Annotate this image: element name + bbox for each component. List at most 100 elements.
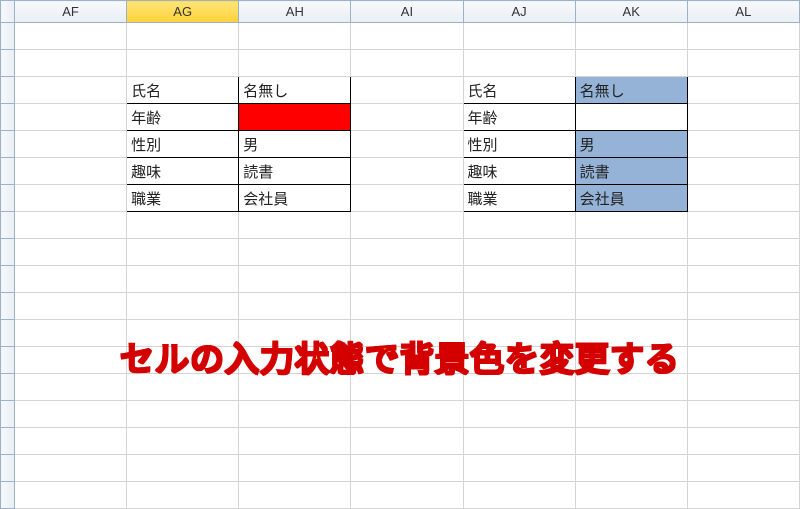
cell[interactable] [15, 158, 127, 185]
left-label-cell[interactable]: 年齢 [127, 104, 239, 131]
cell[interactable] [127, 293, 239, 320]
cell[interactable] [239, 23, 351, 50]
cell[interactable] [687, 158, 799, 185]
left-label-cell[interactable]: 趣味 [127, 158, 239, 185]
col-header-selected[interactable]: AG [127, 1, 239, 23]
left-label-cell[interactable]: 性別 [127, 131, 239, 158]
right-value-cell[interactable] [575, 104, 687, 131]
row-header[interactable] [1, 482, 15, 509]
cell[interactable] [351, 401, 463, 428]
cell[interactable] [575, 266, 687, 293]
cell[interactable] [575, 23, 687, 50]
left-value-cell[interactable]: 会社員 [239, 185, 351, 212]
row-header[interactable] [1, 50, 15, 77]
right-value-cell[interactable]: 名無し [575, 77, 687, 104]
cell[interactable] [15, 50, 127, 77]
cell[interactable] [463, 428, 575, 455]
cell[interactable] [463, 455, 575, 482]
row-header[interactable] [1, 428, 15, 455]
cell[interactable] [687, 185, 799, 212]
cell[interactable] [687, 212, 799, 239]
cell[interactable] [15, 239, 127, 266]
cell[interactable] [687, 266, 799, 293]
cell[interactable] [15, 185, 127, 212]
right-label-cell[interactable]: 氏名 [463, 77, 575, 104]
cell[interactable] [351, 50, 463, 77]
cell[interactable] [127, 50, 239, 77]
row-header[interactable] [1, 104, 15, 131]
cell[interactable] [575, 293, 687, 320]
cell[interactable] [687, 50, 799, 77]
row-header[interactable] [1, 266, 15, 293]
cell[interactable] [351, 158, 463, 185]
cell[interactable] [127, 455, 239, 482]
cell[interactable] [575, 401, 687, 428]
cell[interactable] [127, 23, 239, 50]
cell[interactable] [15, 77, 127, 104]
row-header[interactable] [1, 239, 15, 266]
cell[interactable] [687, 23, 799, 50]
cell[interactable] [239, 239, 351, 266]
cell[interactable] [351, 104, 463, 131]
cell[interactable] [351, 266, 463, 293]
cell[interactable] [351, 293, 463, 320]
row-header[interactable] [1, 77, 15, 104]
col-header[interactable]: AL [687, 1, 799, 23]
left-value-cell-empty-highlight[interactable] [239, 104, 351, 131]
cell[interactable] [127, 212, 239, 239]
col-header[interactable]: AF [15, 1, 127, 23]
right-value-cell[interactable]: 男 [575, 131, 687, 158]
cell[interactable] [687, 455, 799, 482]
right-label-cell[interactable]: 職業 [463, 185, 575, 212]
cell[interactable] [15, 23, 127, 50]
left-label-cell[interactable]: 職業 [127, 185, 239, 212]
cell[interactable] [575, 239, 687, 266]
cell[interactable] [575, 455, 687, 482]
row-header[interactable] [1, 401, 15, 428]
cell[interactable] [15, 428, 127, 455]
cell[interactable] [687, 428, 799, 455]
cell[interactable] [575, 212, 687, 239]
left-value-cell[interactable]: 名無し [239, 77, 351, 104]
cell[interactable] [351, 428, 463, 455]
col-header[interactable]: AI [351, 1, 463, 23]
cell[interactable] [15, 131, 127, 158]
left-value-cell[interactable]: 男 [239, 131, 351, 158]
cell[interactable] [575, 428, 687, 455]
cell[interactable] [687, 77, 799, 104]
cell[interactable] [239, 455, 351, 482]
cell[interactable] [463, 266, 575, 293]
cell[interactable] [687, 239, 799, 266]
right-value-cell[interactable]: 会社員 [575, 185, 687, 212]
cell[interactable] [15, 266, 127, 293]
col-header[interactable]: AJ [463, 1, 575, 23]
select-all-corner[interactable] [1, 1, 15, 23]
cell[interactable] [15, 401, 127, 428]
cell[interactable] [463, 50, 575, 77]
row-header[interactable] [1, 293, 15, 320]
cell[interactable] [351, 185, 463, 212]
cell[interactable] [687, 131, 799, 158]
cell[interactable] [127, 266, 239, 293]
cell[interactable] [239, 482, 351, 509]
cell[interactable] [239, 428, 351, 455]
row-header[interactable] [1, 158, 15, 185]
right-value-cell[interactable]: 読書 [575, 158, 687, 185]
cell[interactable] [15, 104, 127, 131]
right-label-cell[interactable]: 性別 [463, 131, 575, 158]
left-label-cell[interactable]: 氏名 [127, 77, 239, 104]
row-header[interactable] [1, 131, 15, 158]
row-header[interactable] [1, 212, 15, 239]
cell[interactable] [15, 455, 127, 482]
cell[interactable] [463, 293, 575, 320]
col-header[interactable]: AH [239, 1, 351, 23]
cell[interactable] [687, 104, 799, 131]
cell[interactable] [351, 239, 463, 266]
cell[interactable] [351, 23, 463, 50]
spreadsheet-grid[interactable]: AF AG AH AI AJ AK AL 氏名 名無し 氏名 名無し 年齢 [0, 0, 800, 509]
cell[interactable] [351, 77, 463, 104]
cell[interactable] [463, 23, 575, 50]
cell[interactable] [351, 131, 463, 158]
cell[interactable] [15, 482, 127, 509]
cell[interactable] [687, 293, 799, 320]
